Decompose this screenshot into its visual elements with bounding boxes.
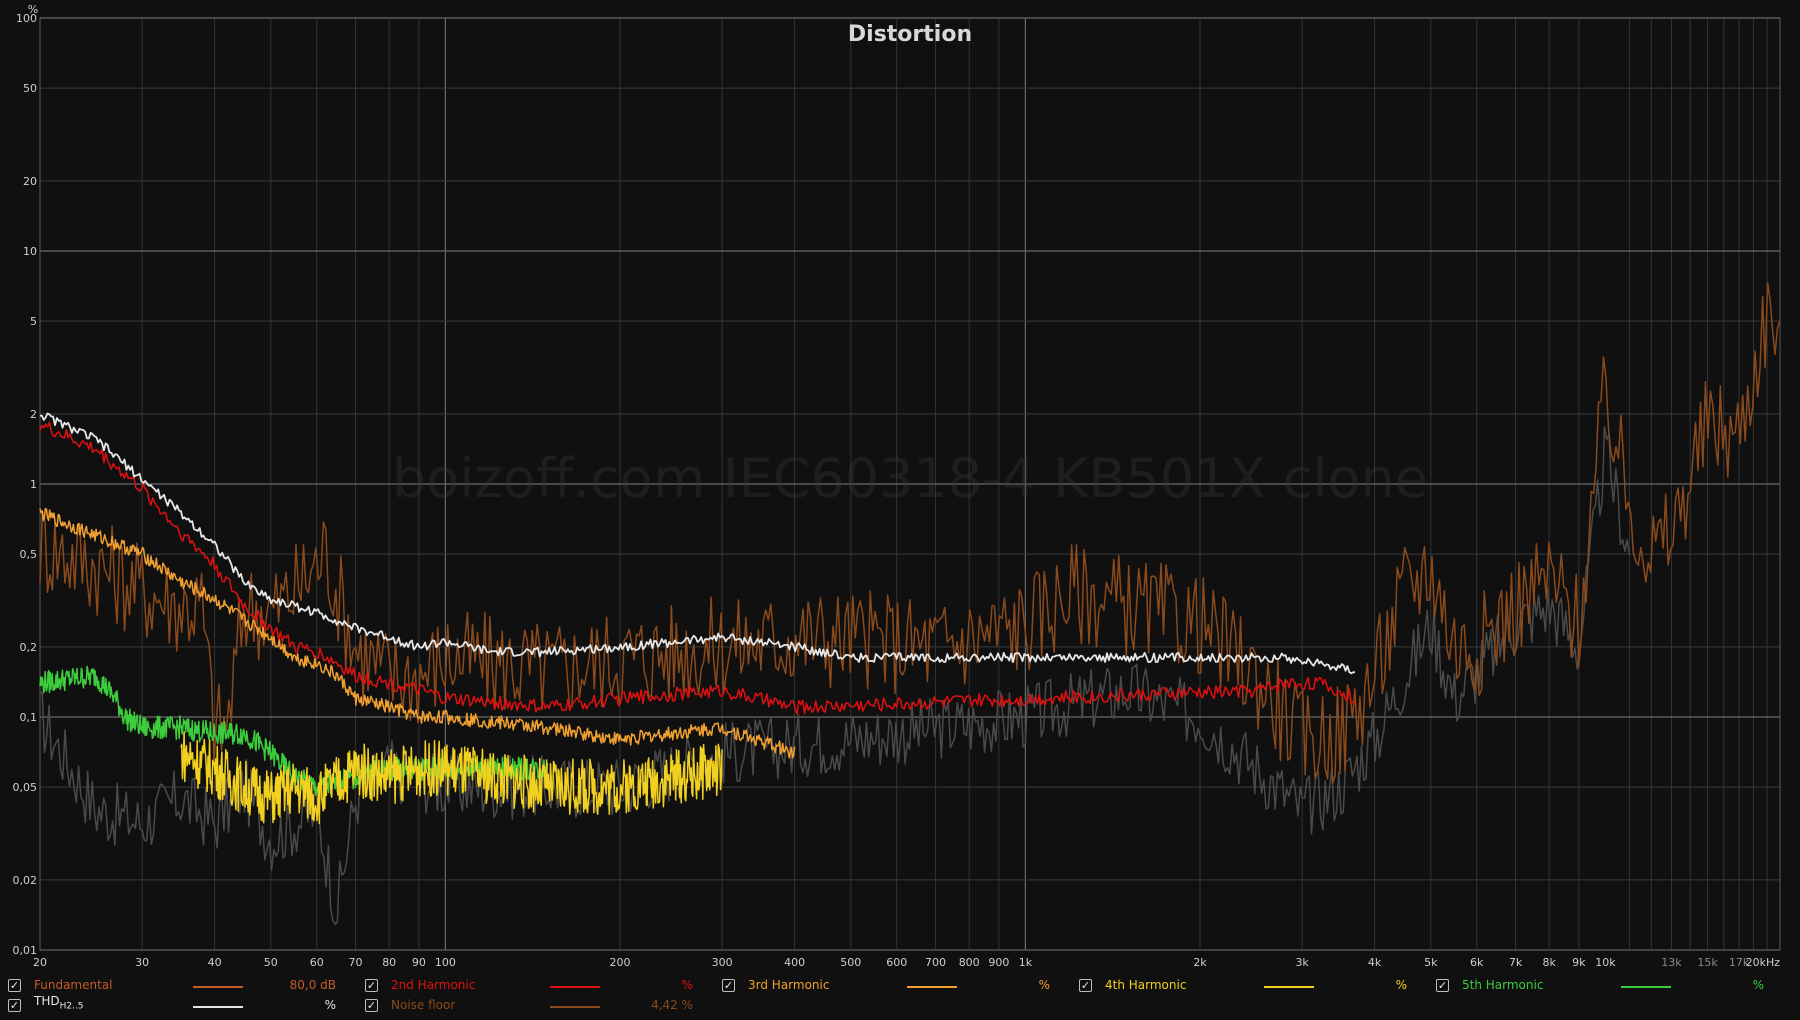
legend-label-3rd-harmonic: 3rd Harmonic xyxy=(748,978,830,992)
legend-swatch-thd xyxy=(193,1006,243,1008)
checkbox-2nd-harmonic[interactable]: ✓ xyxy=(365,979,378,992)
x-tick-label: 30 xyxy=(135,956,149,969)
x-tick-label: 10k xyxy=(1595,956,1616,969)
x-tick-label: 300 xyxy=(712,956,733,969)
legend-item-thd[interactable]: ✓ THDH2..5 % xyxy=(8,994,358,1016)
legend-swatch-4th-harmonic xyxy=(1264,986,1314,988)
x-tick-label: 60 xyxy=(310,956,324,969)
x-tick-label: 70 xyxy=(349,956,363,969)
x-tick-label: 200 xyxy=(610,956,631,969)
x-tick-label: 900 xyxy=(988,956,1009,969)
y-tick-label: 0,1 xyxy=(20,711,38,724)
x-tick-label: 9k xyxy=(1572,956,1586,969)
chart-title: Distortion xyxy=(848,22,972,47)
legend-item-2nd-harmonic[interactable]: ✓ 2nd Harmonic % xyxy=(365,976,715,996)
legend-item-3rd-harmonic[interactable]: ✓ 3rd Harmonic % xyxy=(722,976,1072,996)
legend-label-noise-floor: Noise floor xyxy=(391,998,456,1012)
y-tick-label: 0,02 xyxy=(13,874,38,887)
x-tick-label: 90 xyxy=(412,956,426,969)
y-tick-label: 100 xyxy=(16,12,37,25)
y-tick-label: 0,01 xyxy=(13,944,38,957)
legend-swatch-3rd-harmonic xyxy=(907,986,957,988)
x-tick-label: 100 xyxy=(435,956,456,969)
x-tick-label: 700 xyxy=(925,956,946,969)
y-tick-label: 0,05 xyxy=(13,781,38,794)
y-tick-label: 0,5 xyxy=(20,548,38,561)
legend-label-5th-harmonic: 5th Harmonic xyxy=(1462,978,1544,992)
legend-label-4th-harmonic: 4th Harmonic xyxy=(1105,978,1187,992)
x-tick-label: 13k xyxy=(1661,956,1682,969)
legend-item-fundamental[interactable]: ✓ Fundamental 80,0 dB xyxy=(8,976,358,996)
x-tick-label: 15k xyxy=(1697,956,1718,969)
legend-swatch-2nd-harmonic xyxy=(550,986,600,988)
y-tick-label: 50 xyxy=(23,82,37,95)
legend-swatch-fundamental xyxy=(193,986,243,988)
legend-label-2nd-harmonic: 2nd Harmonic xyxy=(391,978,476,992)
legend-value-5th-harmonic: % xyxy=(1752,978,1764,992)
x-tick-label: 50 xyxy=(264,956,278,969)
x-tick-label: 500 xyxy=(840,956,861,969)
y-tick-label: 5 xyxy=(30,315,37,328)
x-tick-label: 20 xyxy=(33,956,47,969)
legend-swatch-noise-floor xyxy=(550,1006,600,1008)
x-tick-label: 40 xyxy=(208,956,222,969)
checkbox-4th-harmonic[interactable]: ✓ xyxy=(1079,979,1092,992)
y-tick-label: 0,2 xyxy=(20,641,38,654)
x-tick-label: 5k xyxy=(1424,956,1438,969)
x-tick-label: 600 xyxy=(886,956,907,969)
x-tick-label: 400 xyxy=(784,956,805,969)
watermark: boizoff.com IEC60318-4 KB501X clone xyxy=(392,447,1428,510)
legend-value-2nd-harmonic: % xyxy=(681,978,693,992)
legend-value-4th-harmonic: % xyxy=(1395,978,1407,992)
x-tick-label: 20kHz xyxy=(1746,956,1781,969)
y-tick-label: 1 xyxy=(30,478,37,491)
checkbox-fundamental[interactable]: ✓ xyxy=(8,979,21,992)
thd-label-text: THD xyxy=(34,994,60,1008)
checkbox-thd[interactable]: ✓ xyxy=(8,999,21,1012)
legend-value-3rd-harmonic: % xyxy=(1038,978,1050,992)
distortion-chart: boizoff.com IEC60318-4 KB501X clone Dist… xyxy=(0,0,1800,970)
legend: ✓ Fundamental 80,0 dB ✓ 2nd Harmonic % ✓… xyxy=(0,970,1800,1020)
legend-item-noise-floor[interactable]: ✓ Noise floor 4,42 % xyxy=(365,996,715,1016)
x-tick-label: 4k xyxy=(1368,956,1382,969)
x-tick-label: 7k xyxy=(1509,956,1523,969)
legend-value-fundamental: 80,0 dB xyxy=(289,978,336,992)
y-tick-label: 20 xyxy=(23,175,37,188)
thd-label-subscript: H2..5 xyxy=(59,1001,84,1012)
checkbox-5th-harmonic[interactable]: ✓ xyxy=(1436,979,1449,992)
checkbox-noise-floor[interactable]: ✓ xyxy=(365,999,378,1012)
legend-item-4th-harmonic[interactable]: ✓ 4th Harmonic % xyxy=(1079,976,1429,996)
x-tick-label: 800 xyxy=(959,956,980,969)
y-tick-label: 10 xyxy=(23,245,37,258)
x-tick-label: 2k xyxy=(1193,956,1207,969)
x-tick-label: 6k xyxy=(1470,956,1484,969)
x-tick-label: 8k xyxy=(1543,956,1557,969)
legend-label-thd: THDH2..5 xyxy=(34,994,84,1011)
legend-value-thd: % xyxy=(324,998,336,1012)
x-tick-label: 1k xyxy=(1019,956,1033,969)
legend-value-noise-floor: 4,42 % xyxy=(651,998,693,1012)
y-tick-label: 2 xyxy=(30,408,37,421)
legend-swatch-5th-harmonic xyxy=(1621,986,1671,988)
legend-item-5th-harmonic[interactable]: ✓ 5th Harmonic % xyxy=(1436,976,1786,996)
x-tick-label: 80 xyxy=(382,956,396,969)
x-tick-label: 3k xyxy=(1295,956,1309,969)
legend-label-fundamental: Fundamental xyxy=(34,978,113,992)
checkbox-3rd-harmonic[interactable]: ✓ xyxy=(722,979,735,992)
